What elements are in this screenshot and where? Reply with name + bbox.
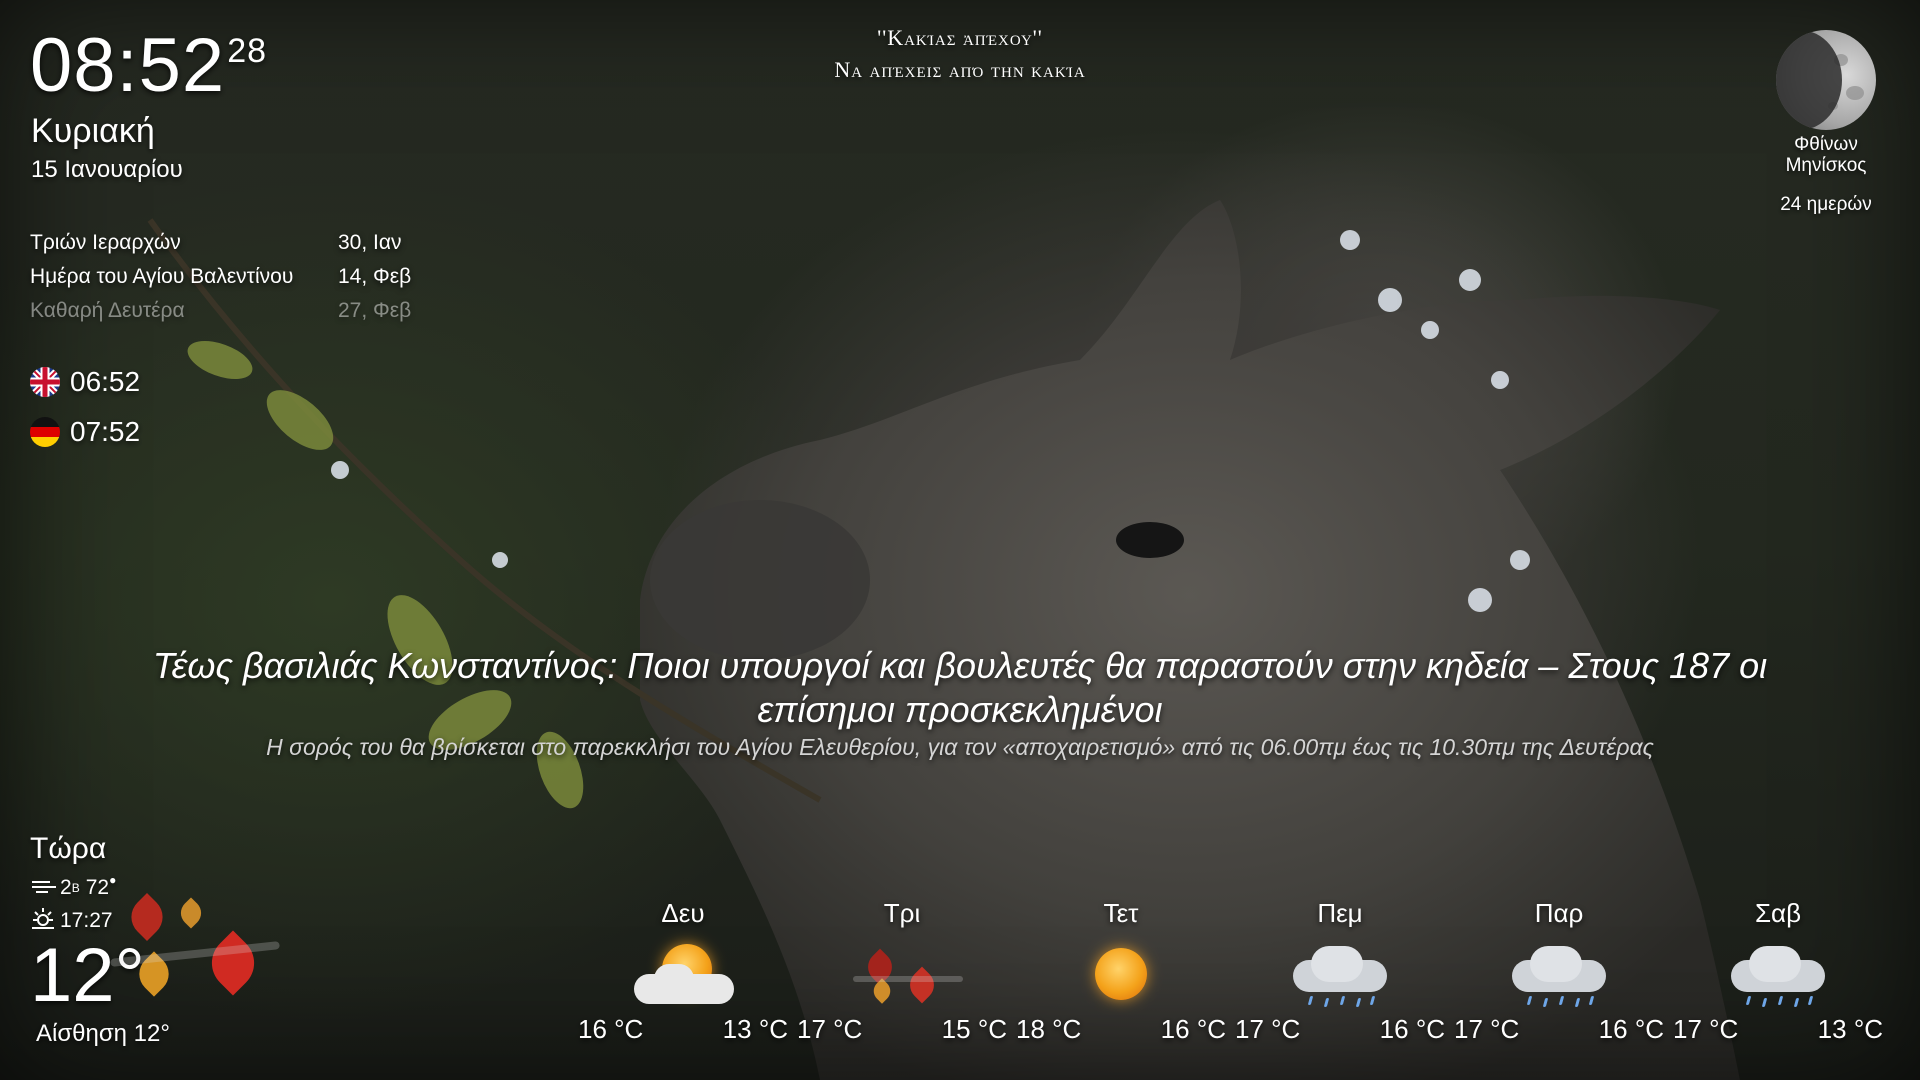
germany-flag-icon bbox=[30, 417, 60, 447]
quote-translation: Να απέχεις από την κακία bbox=[834, 57, 1086, 82]
forecast-day-name: Παρ bbox=[1534, 898, 1584, 928]
feels-like: Αίσθηση 12° bbox=[36, 1020, 170, 1047]
clock-time: 08:5228 bbox=[30, 28, 267, 104]
forecast-high: 17 °C bbox=[1235, 1014, 1301, 1044]
forecast-high: 17 °C bbox=[1673, 1014, 1739, 1044]
moon-phase-icon bbox=[1776, 30, 1876, 130]
holiday-date: 30, Ιαν bbox=[338, 231, 402, 254]
rain-cloud-icon bbox=[1673, 932, 1883, 1012]
forecast-day-name: Τρι bbox=[883, 898, 921, 928]
forecast-high: 17 °C bbox=[1454, 1014, 1520, 1044]
world-clock-time: 06:52 bbox=[70, 366, 141, 397]
autumn-leaves-wind-icon bbox=[110, 880, 290, 1020]
holiday-row: Ημέρα του Αγίου Βαλεντίνου 14, Φεβ bbox=[30, 260, 422, 294]
moon-phase-line2: Μηνίσκος bbox=[1785, 155, 1867, 176]
forecast-day-name: Δευ bbox=[661, 898, 705, 928]
forecast-day: Παρ 17 °C 16 °C bbox=[1454, 898, 1664, 1045]
partly-sunny-icon bbox=[578, 932, 788, 1012]
world-clock-uk: 06:52 bbox=[30, 366, 140, 398]
forecast-day: Τετ 18 °C 16 °C bbox=[1016, 898, 1226, 1045]
forecast-high: 16 °C bbox=[578, 1014, 644, 1044]
holiday-row: Τριών Ιεραρχών 30, Ιαν bbox=[30, 226, 422, 260]
moon-phase-line1: Φθίνων bbox=[1794, 134, 1858, 155]
windy-leaves-icon bbox=[797, 932, 1007, 1012]
forecast-day-name: Τετ bbox=[1103, 898, 1139, 928]
world-clock-germany: 07:52 bbox=[30, 416, 140, 448]
forecast-day: Σαβ 17 °C 13 °C bbox=[1673, 898, 1883, 1045]
forecast-high: 17 °C bbox=[797, 1014, 863, 1044]
news-subheadline: Η σορός του θα βρίσκεται στο παρεκκλήσι … bbox=[266, 734, 1654, 760]
forecast-day: Τρι 17 °C 15 °C bbox=[797, 898, 1007, 1045]
sunset-row: 17:27 bbox=[30, 906, 113, 936]
holiday-name: Καθαρή Δευτέρα bbox=[30, 299, 185, 322]
quote-original: ''Κακίας ἀπέχου'' bbox=[877, 25, 1043, 50]
news-headline[interactable]: Τέως βασιλιάς Κωνσταντίνος: Ποιοι υπουργ… bbox=[90, 644, 1830, 732]
forecast-low: 13 °C bbox=[1817, 1014, 1883, 1044]
rain-cloud-icon bbox=[1235, 932, 1445, 1012]
holiday-name: Ημέρα του Αγίου Βαλεντίνου bbox=[30, 265, 294, 288]
holiday-name: Τριών Ιεραρχών bbox=[30, 231, 181, 254]
forecast-low: 16 °C bbox=[1379, 1014, 1445, 1044]
forecast-day-name: Πεμ bbox=[1317, 898, 1363, 928]
uk-flag-icon bbox=[30, 367, 60, 397]
forecast-low: 13 °C bbox=[722, 1014, 788, 1044]
upcoming-holidays: Τριών Ιεραρχών 30, Ιαν Ημέρα του Αγίου Βα… bbox=[30, 226, 422, 328]
clock-seconds: 28 bbox=[227, 32, 268, 70]
forecast-high: 18 °C bbox=[1016, 1014, 1082, 1044]
forecast-day: Δευ 16 °C 13 °C bbox=[578, 898, 788, 1045]
current-weather-label: Τώρα bbox=[30, 832, 107, 865]
forecast-day-name: Σαβ bbox=[1754, 898, 1802, 928]
wind-unit: B bbox=[71, 881, 80, 895]
moon-age: 24 ημερών bbox=[1780, 194, 1872, 215]
holiday-date: 27, Φεβ bbox=[338, 299, 412, 322]
forecast-low: 15 °C bbox=[941, 1014, 1007, 1044]
moon-phase-name: Φθίνων Μηνίσκος bbox=[1740, 134, 1912, 176]
rain-cloud-icon bbox=[1454, 932, 1664, 1012]
daily-quote: ''Κακίας ἀπέχου'' Να απέχεις από την κακ… bbox=[700, 22, 1220, 86]
forecast-low: 16 °C bbox=[1598, 1014, 1664, 1044]
world-clock-time: 07:52 bbox=[70, 416, 141, 447]
wind-humidity-row: 2B 72 ● bbox=[30, 873, 116, 900]
sunset-icon bbox=[30, 906, 60, 936]
clock-hours-minutes: 08:52 bbox=[30, 23, 226, 108]
humidity-value: 72 bbox=[85, 876, 110, 899]
holiday-date: 14, Φεβ bbox=[338, 265, 412, 288]
forecast-day: Πεμ 17 °C 16 °C bbox=[1235, 898, 1445, 1045]
forecast-low: 16 °C bbox=[1160, 1014, 1226, 1044]
holiday-row: Καθαρή Δευτέρα 27, Φεβ bbox=[30, 294, 422, 328]
day-name: Κυριακή bbox=[31, 112, 155, 150]
sun-icon bbox=[1016, 932, 1226, 1012]
wind-icon bbox=[30, 876, 60, 900]
date-label: 15 Ιανουαρίου bbox=[31, 156, 183, 183]
sunset-time: 17:27 bbox=[60, 909, 113, 932]
wind-speed: 2 bbox=[60, 876, 72, 899]
